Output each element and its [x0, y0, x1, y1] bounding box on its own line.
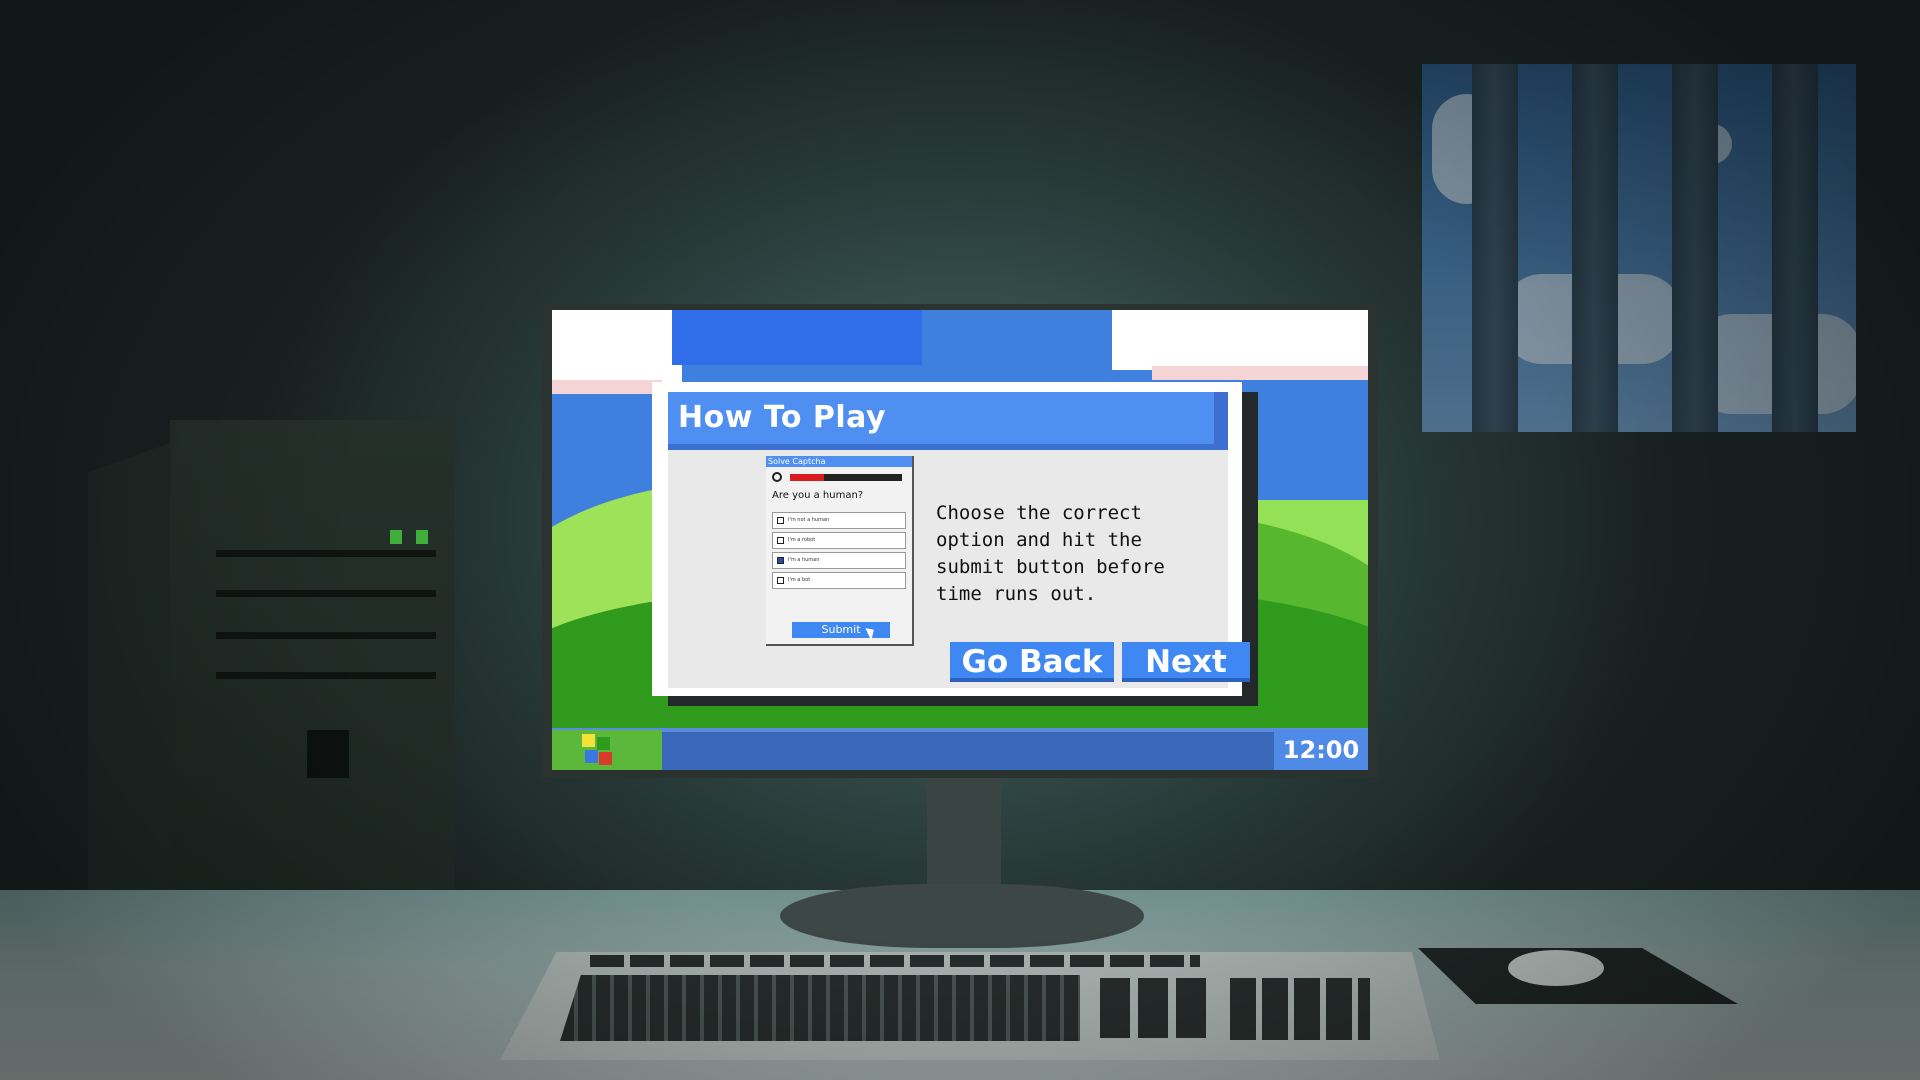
preview-timer-bar [790, 474, 902, 481]
preview-option: I'm a robot [772, 532, 906, 549]
keyboard-keys [560, 975, 1080, 1041]
monitor-screen: How To Play Solve Captcha Are you a huma… [552, 310, 1368, 770]
start-logo-square [599, 752, 612, 765]
monitor-stand-base [780, 884, 1144, 948]
dialog-title: How To Play [678, 400, 887, 435]
wallpaper-cloud-edge [1152, 366, 1368, 380]
drive-slot [216, 632, 436, 639]
preview-window-title: Solve Captcha [766, 456, 912, 467]
preview-option-label: I'm not a human [788, 517, 830, 523]
instructions-text: Choose the correct option and hit the su… [936, 502, 1165, 605]
preview-option: I'm not a human [772, 512, 906, 529]
drive-slot [216, 550, 436, 557]
checkbox-icon [777, 517, 784, 524]
start-logo-square [597, 737, 610, 750]
game-scene: How To Play Solve Captcha Are you a huma… [0, 0, 1920, 1080]
preview-question: Are you a human? [772, 490, 864, 501]
taskbar-clock: 12:00 [1274, 730, 1368, 770]
how-to-play-dialog: How To Play Solve Captcha Are you a huma… [652, 382, 1250, 696]
taskbar-edge [552, 728, 1368, 732]
preview-timer-fill [790, 474, 824, 481]
tower-led-icon [390, 530, 402, 544]
next-button[interactable]: Next [1122, 642, 1250, 682]
clock-icon [772, 472, 782, 482]
keyboard-function-row [590, 955, 1200, 967]
go-back-button[interactable]: Go Back [950, 642, 1114, 682]
wallpaper-cloud [1112, 310, 1368, 370]
start-logo-square [582, 734, 595, 747]
dialog-body: How To Play Solve Captcha Are you a huma… [668, 392, 1250, 688]
monitor-stand-neck [927, 776, 1001, 896]
preview-option: I'm a bot [772, 572, 906, 589]
start-area [552, 730, 662, 770]
power-button [307, 730, 349, 778]
wallpaper-cloud [552, 310, 682, 390]
mouse-icon [1508, 950, 1604, 986]
room-window-shade [1422, 64, 1856, 432]
wallpaper-cloud-edge [552, 380, 662, 394]
keyboard-arrow-keys [1100, 978, 1210, 1038]
preview-option-label: I'm a robot [788, 537, 816, 543]
tower-led-icon [416, 530, 428, 544]
preview-option-label: I'm a bot [788, 577, 811, 583]
wallpaper-cloud-shadow [672, 310, 922, 365]
start-logo-square [585, 750, 598, 763]
captcha-preview: Solve Captcha Are you a human? I'm not a… [766, 456, 914, 646]
checkbox-icon [777, 537, 784, 544]
checkbox-icon [777, 577, 784, 584]
drive-slot [216, 590, 436, 597]
start-logo-icon[interactable] [582, 734, 616, 766]
preview-option-label: I'm a human [788, 557, 820, 563]
drive-slot [216, 672, 436, 679]
taskbar [552, 728, 1368, 770]
keyboard-numpad [1230, 978, 1370, 1040]
dialog-title-bar: How To Play [668, 392, 1228, 450]
checkbox-checked-icon [777, 557, 784, 564]
preview-option: I'm a human [772, 552, 906, 569]
